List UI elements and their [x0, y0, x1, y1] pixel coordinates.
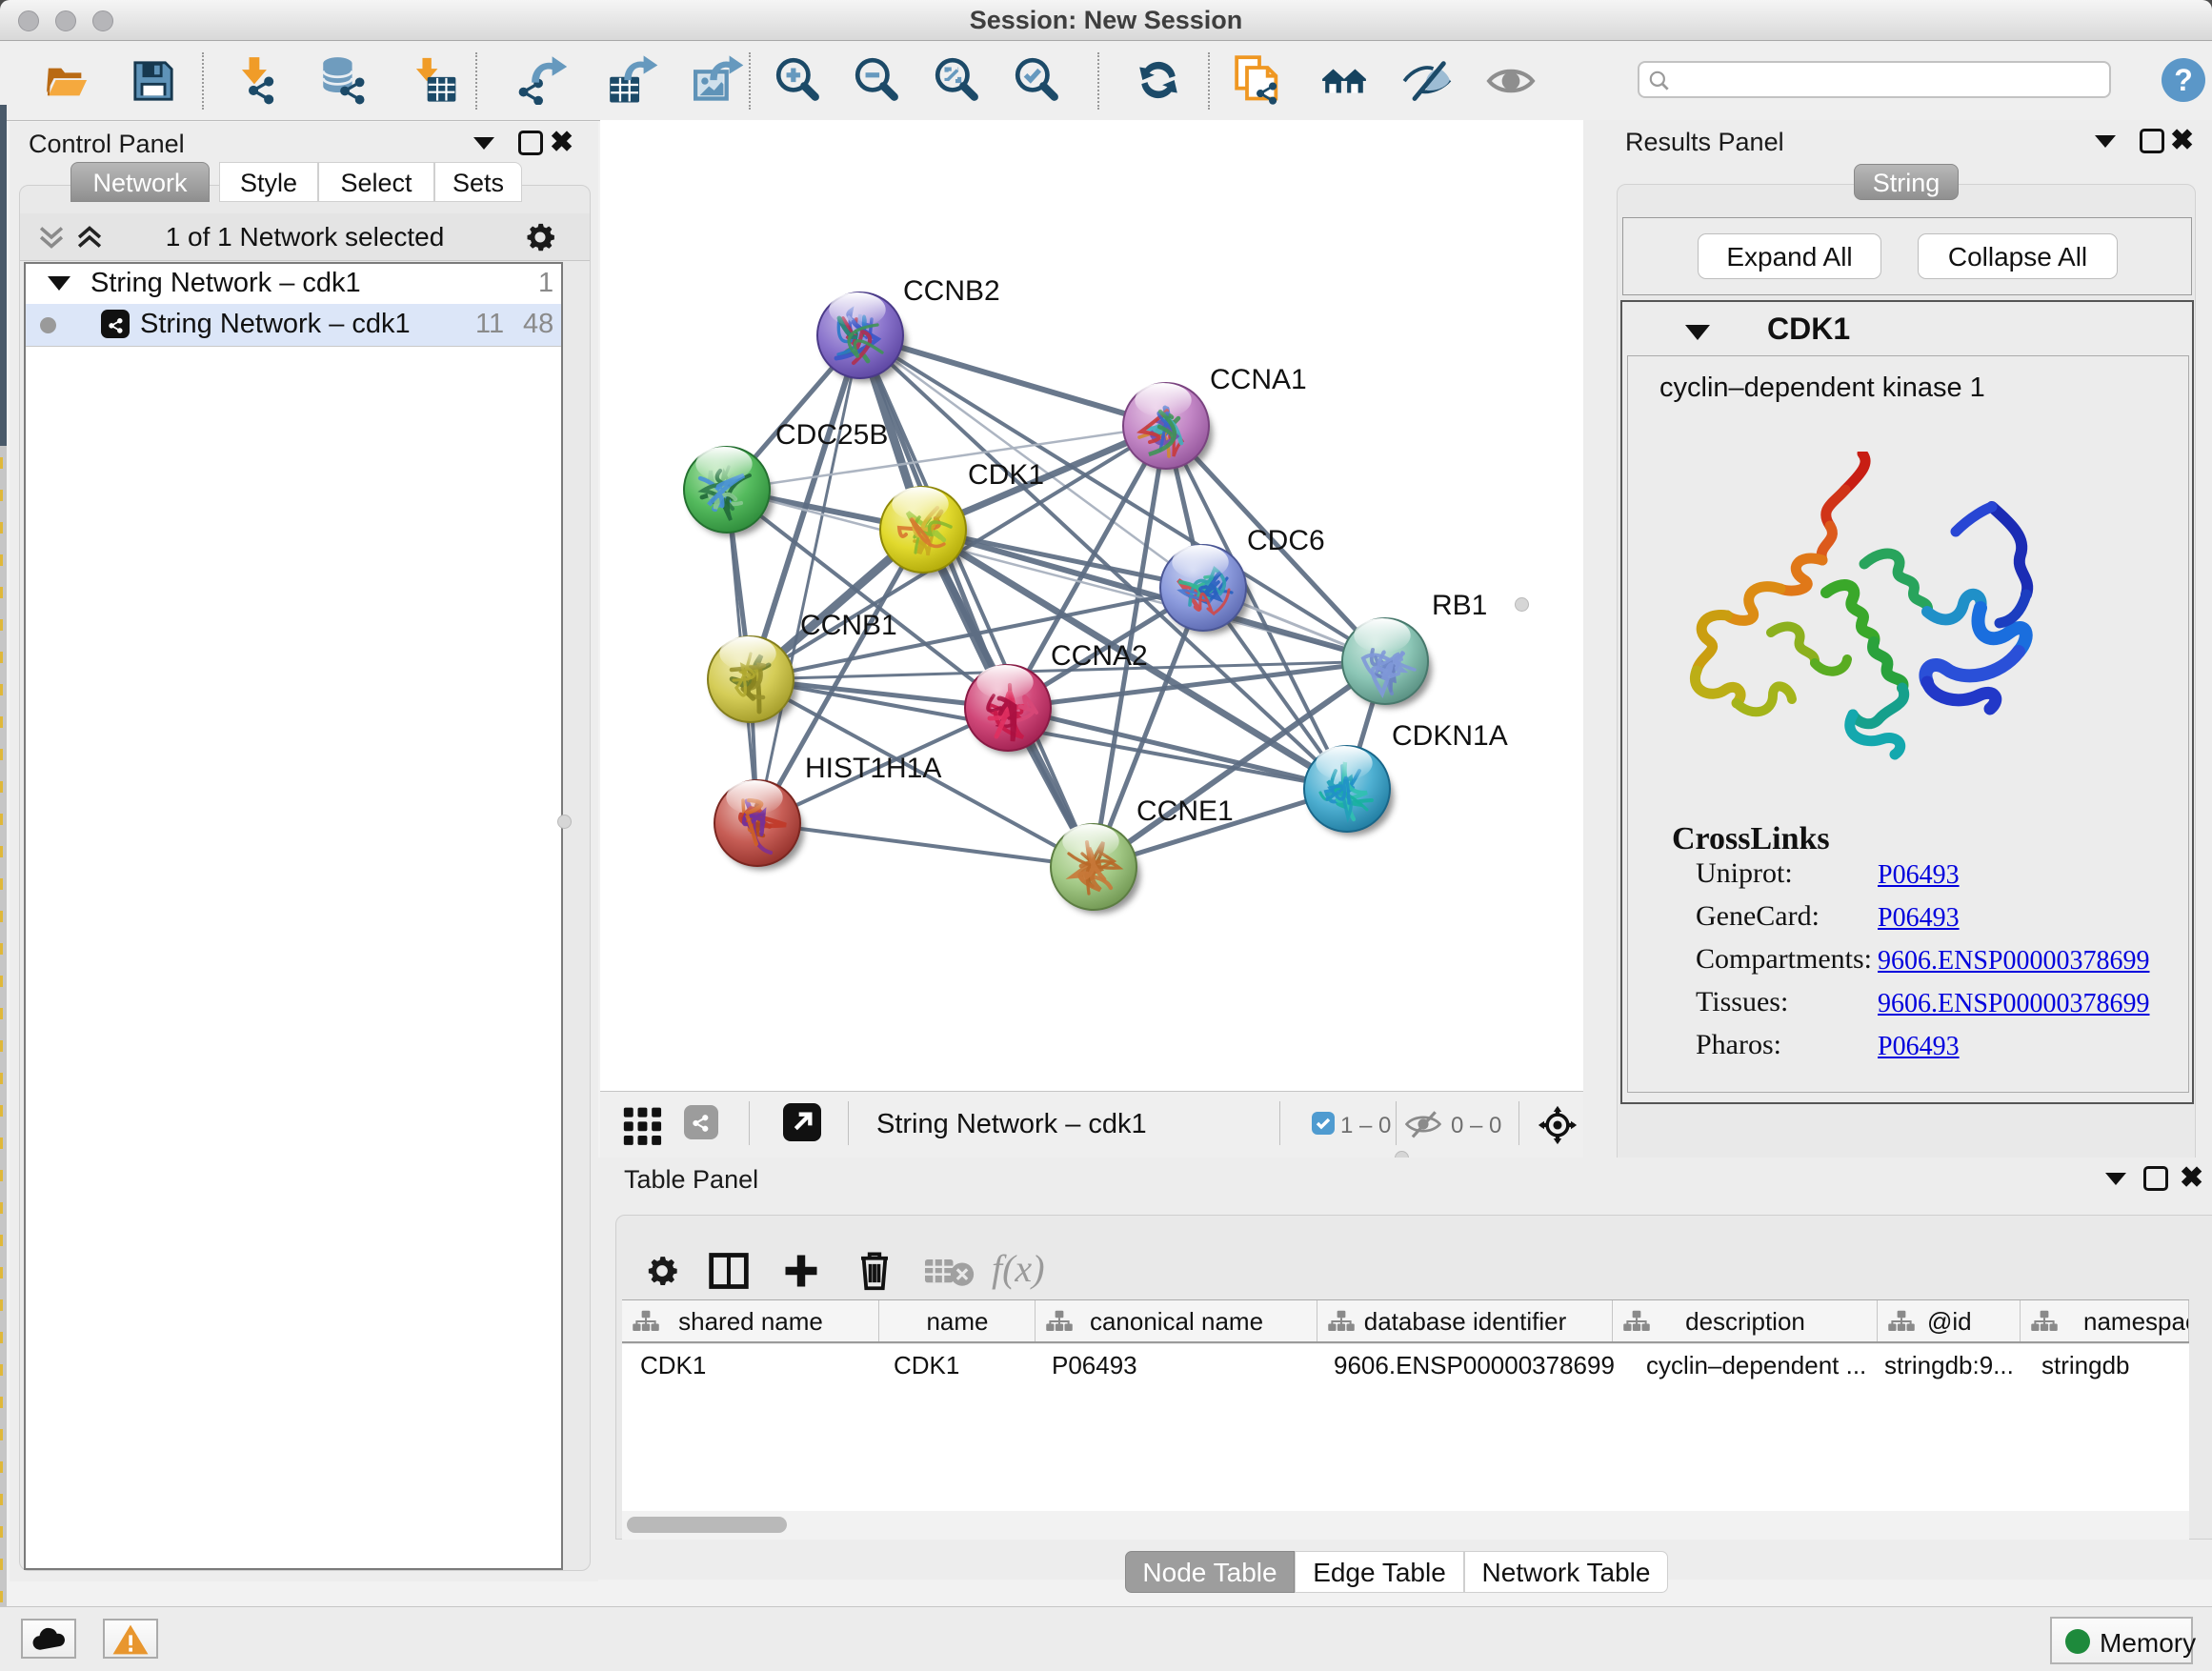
svg-text:CCNA1: CCNA1 — [1210, 364, 1307, 395]
svg-text:CDC25B: CDC25B — [775, 419, 888, 451]
svg-text:CCNB2: CCNB2 — [903, 275, 1000, 307]
svg-text:HIST1H1A: HIST1H1A — [805, 753, 941, 784]
svg-text:CDK1: CDK1 — [968, 459, 1044, 491]
svg-text:CCNA2: CCNA2 — [1051, 640, 1148, 672]
svg-text:RB1: RB1 — [1432, 590, 1487, 621]
svg-text:CCNE1: CCNE1 — [1136, 795, 1234, 827]
svg-text:CCNB1: CCNB1 — [800, 610, 897, 641]
svg-text:CDC6: CDC6 — [1247, 525, 1325, 556]
svg-text:CDKN1A: CDKN1A — [1392, 720, 1508, 752]
